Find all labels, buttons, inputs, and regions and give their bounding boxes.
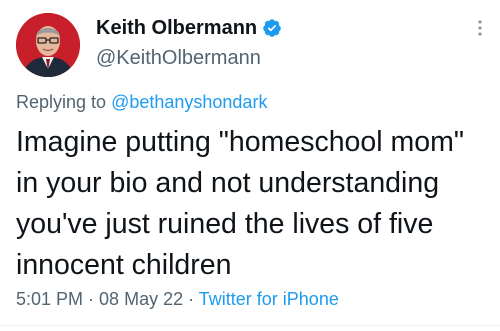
tweet-source-link[interactable]: Twitter for iPhone — [199, 289, 339, 309]
replying-to-link[interactable]: @bethanyshondark — [111, 92, 267, 112]
tweet-time[interactable]: 5:01 PM — [16, 289, 83, 309]
more-options-icon[interactable] — [470, 18, 490, 38]
display-name[interactable]: Keith Olbermann — [96, 16, 257, 40]
divider — [0, 325, 500, 326]
replying-to-line: Replying to @bethanyshondark — [16, 90, 267, 114]
tweet-text: Imagine putting "homeschool mom" in your… — [16, 126, 464, 281]
tweet-metadata: 5:01 PM · 08 May 22 · Twitter for iPhone — [16, 287, 339, 311]
meta-separator-2: · — [183, 289, 199, 309]
tweet-date[interactable]: 08 May 22 — [99, 289, 183, 309]
replying-prefix: Replying to — [16, 92, 112, 112]
author-name-row: Keith Olbermann — [96, 16, 282, 40]
tweet-card: Keith Olbermann @KeithOlbermann Replying… — [0, 0, 500, 331]
avatar[interactable] — [16, 13, 80, 77]
profile-photo-icon — [16, 13, 80, 77]
author-handle[interactable]: @KeithOlbermann — [96, 46, 261, 70]
meta-separator: · — [83, 289, 100, 309]
verified-badge-icon — [263, 19, 281, 37]
